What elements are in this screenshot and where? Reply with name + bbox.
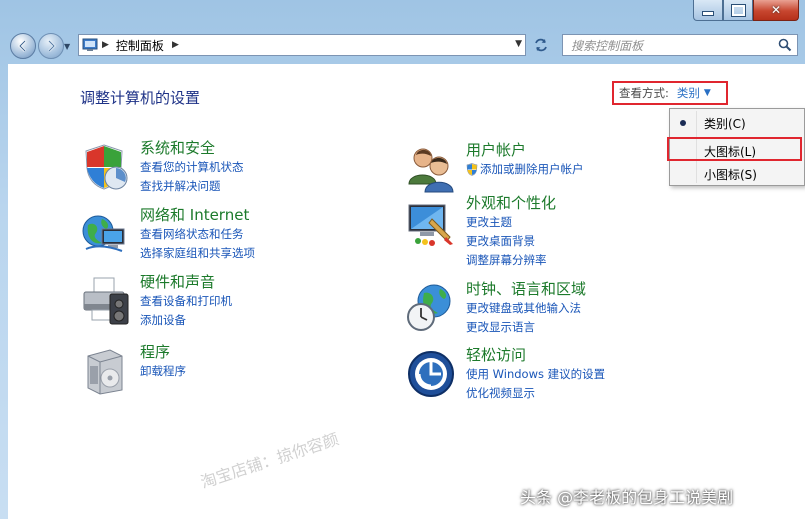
window-caption-buttons: ✕: [693, 0, 799, 22]
category-title-link[interactable]: 程序: [140, 342, 186, 362]
category-title-link[interactable]: 系统和安全: [140, 138, 244, 158]
category-title-link[interactable]: 硬件和声音: [140, 272, 232, 292]
programs-box-icon: [87, 349, 123, 395]
task-link[interactable]: 使用 Windows 建议的设置: [466, 365, 605, 384]
task-link[interactable]: 添加设备: [140, 311, 232, 330]
category-title-link[interactable]: 外观和个性化: [466, 193, 556, 213]
close-button[interactable]: ✕: [753, 0, 799, 21]
navigation-bar: ▼ ▶ 控制面板 ▶ ▼: [0, 30, 805, 62]
uac-shield-icon: [466, 163, 478, 176]
menu-item-label: 类别(C): [704, 116, 746, 131]
view-by-value[interactable]: 类别: [677, 85, 700, 101]
task-link[interactable]: 更改桌面背景: [466, 232, 556, 251]
shield-icon: [85, 144, 128, 190]
maximize-button[interactable]: [723, 0, 753, 21]
breadcrumb-control-panel[interactable]: 控制面板: [116, 37, 164, 54]
forward-arrow-icon: [48, 40, 56, 52]
view-by-selector[interactable]: 查看方式: 类别 ▼: [612, 81, 728, 105]
category-title-link[interactable]: 轻松访问: [466, 345, 605, 365]
appearance-monitor-icon: [408, 204, 453, 246]
task-link[interactable]: 调整屏幕分辨率: [466, 251, 556, 270]
page-title: 调整计算机的设置: [80, 89, 201, 107]
category-title-link[interactable]: 网络和 Internet: [140, 205, 255, 225]
task-link[interactable]: 更改键盘或其他输入法: [466, 299, 586, 318]
control-panel-icon: [82, 38, 98, 51]
breadcrumb-separator-icon[interactable]: ▶: [102, 40, 109, 50]
search-input[interactable]: [569, 36, 773, 56]
menu-item-category[interactable]: 类别(C): [670, 111, 804, 135]
view-by-label: 查看方式:: [619, 86, 669, 100]
category-title-link[interactable]: 用户帐户: [466, 140, 584, 160]
recent-pages-dropdown-icon[interactable]: ▼: [64, 42, 70, 51]
selected-radio-dot-icon: [680, 120, 686, 126]
chevron-down-icon[interactable]: ▼: [704, 88, 711, 98]
watermark-author: 头条 @李老板的包身工说美剧: [520, 488, 734, 507]
task-link[interactable]: 查看设备和打印机: [140, 292, 232, 311]
task-link[interactable]: 选择家庭组和共享选项: [140, 244, 255, 263]
ease-of-access-icon: [408, 351, 454, 397]
menu-item-large-icons[interactable]: 大图标(L): [667, 137, 804, 163]
users-icon: [408, 148, 454, 193]
content-pane: 调整计算机的设置 查看方式: 类别 ▼ 类别(C) 大图标(L) 小图标(S): [8, 64, 805, 519]
view-by-menu: 类别(C) 大图标(L) 小图标(S): [667, 108, 805, 186]
minimize-icon: [702, 10, 714, 16]
task-link[interactable]: 更改显示语言: [466, 318, 586, 337]
breadcrumb-separator-icon[interactable]: ▶: [172, 40, 179, 50]
task-link[interactable]: 查看网络状态和任务: [140, 225, 255, 244]
task-link[interactable]: 查找并解决问题: [140, 177, 244, 196]
task-link[interactable]: 优化视频显示: [466, 384, 605, 403]
highlight-frame: [667, 137, 802, 161]
task-link-label: 添加或删除用户帐户: [480, 162, 584, 176]
forward-button[interactable]: [38, 33, 64, 59]
menu-item-label: 小图标(S): [704, 167, 757, 182]
search-icon[interactable]: [778, 38, 792, 52]
address-dropdown-icon[interactable]: ▼: [515, 39, 522, 49]
task-link[interactable]: 卸载程序: [140, 362, 186, 381]
network-globe-icon: [82, 215, 125, 252]
control-panel-window: ✕ ▼ ▶ 控制面板 ▶ ▼ 搜索控制面板 调整计算机的设置 查看方式: 类别 …: [0, 0, 805, 519]
category-title-link[interactable]: 时钟、语言和区域: [466, 279, 586, 299]
printer-icon: [83, 277, 129, 325]
back-arrow-icon: [18, 40, 26, 52]
search-box[interactable]: [562, 34, 798, 56]
close-icon: ✕: [770, 3, 782, 17]
task-link[interactable]: 查看您的计算机状态: [140, 158, 244, 177]
task-link[interactable]: 更改主题: [466, 213, 556, 232]
menu-item-small-icons[interactable]: 小图标(S): [670, 162, 804, 186]
address-bar[interactable]: ▶ 控制面板 ▶ ▼: [78, 34, 526, 56]
minimize-button[interactable]: [693, 0, 723, 21]
clock-globe-icon: [407, 284, 451, 331]
task-link-with-uac-shield[interactable]: 添加或删除用户帐户: [466, 160, 584, 179]
refresh-button[interactable]: [530, 35, 552, 55]
refresh-icon: [535, 38, 547, 52]
back-button[interactable]: [10, 33, 36, 59]
maximize-icon: [730, 3, 746, 17]
